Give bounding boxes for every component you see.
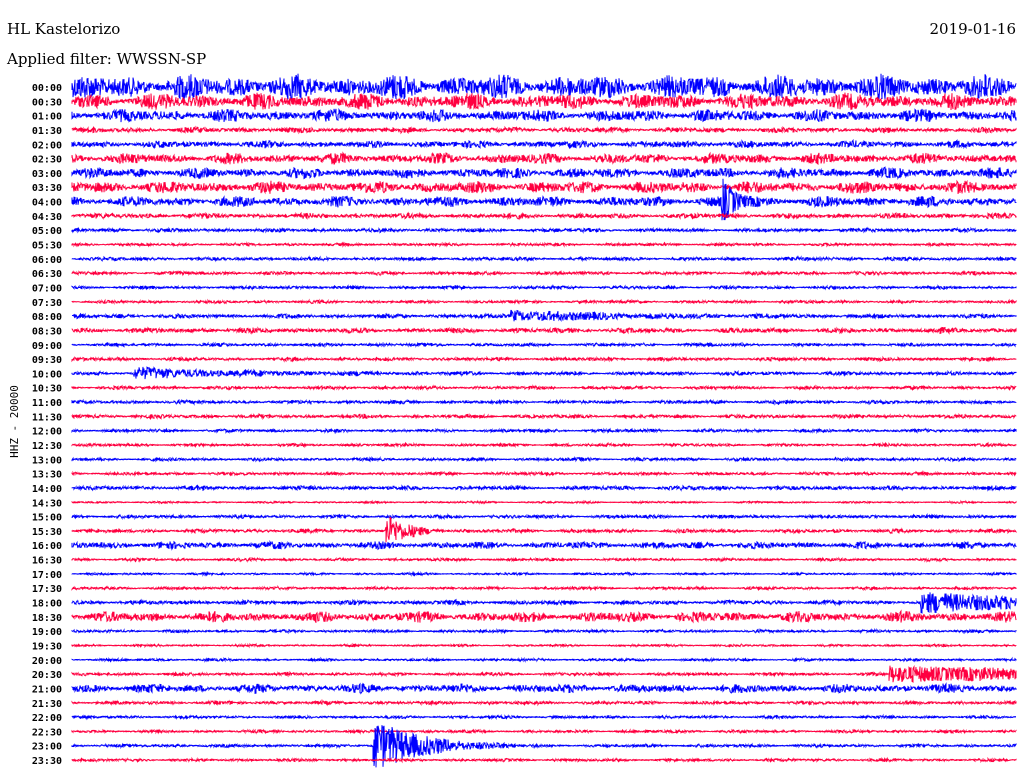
trace-0300 [71, 166, 1017, 181]
seismogram-plot: 00:00 00:30 01:00 01:30 02:00 02:30 03:00 03:30… [32, 73, 1017, 768]
row-time-label: 03:30 [32, 183, 62, 194]
row-time-label: 07:00 [32, 283, 62, 294]
trace-1230 [71, 441, 1017, 449]
row-time-label: 05:00 [32, 226, 62, 237]
row-time-label: 11:30 [32, 412, 62, 423]
trace-0930 [71, 355, 1017, 363]
row-time-label: 04:00 [32, 198, 62, 209]
row-time-label: 01:30 [32, 126, 62, 137]
row-time-label: 14:00 [32, 484, 62, 495]
row-time-label: 21:30 [32, 699, 62, 710]
trace-2030 [71, 664, 1017, 683]
row-time-label: 19:30 [32, 641, 62, 652]
trace-1030 [71, 384, 1017, 392]
trace-1900 [71, 627, 1017, 635]
trace-0500 [71, 226, 1017, 234]
trace-1500 [71, 512, 1017, 521]
trace-0230 [71, 151, 1017, 166]
row-time-label: 06:00 [32, 255, 62, 266]
trace-0430 [71, 211, 1017, 221]
trace-0830 [71, 326, 1017, 335]
row-time-label: 15:30 [32, 527, 62, 538]
row-time-label: 13:00 [32, 455, 62, 466]
row-time-label: 01:00 [32, 112, 62, 123]
row-time-label: 00:30 [32, 97, 62, 108]
row-time-label: 22:30 [32, 727, 62, 738]
trace-0600 [71, 255, 1017, 263]
trace-1730 [71, 584, 1017, 592]
trace-1400 [71, 484, 1017, 492]
trace-1930 [71, 642, 1017, 649]
trace-0700 [71, 284, 1017, 291]
row-time-label: 03:00 [32, 169, 62, 180]
row-time-label: 02:30 [32, 155, 62, 166]
row-time-label: 12:30 [32, 441, 62, 452]
row-time-label: 17:30 [32, 584, 62, 595]
row-time-label: 08:30 [32, 326, 62, 337]
row-time-label: 10:30 [32, 384, 62, 395]
row-time-label: 14:30 [32, 498, 62, 509]
row-time-label: 04:30 [32, 212, 62, 223]
trace-1700 [71, 570, 1017, 577]
row-time-label: 20:30 [32, 670, 62, 681]
trace-1300 [71, 455, 1017, 463]
trace-1000 [71, 366, 1017, 380]
row-time-label: 00:00 [32, 83, 62, 94]
trace-2330 [71, 756, 1017, 764]
trace-1430 [71, 499, 1017, 505]
trace-2200 [71, 713, 1017, 721]
trace-0730 [71, 298, 1017, 306]
trace-1830 [71, 609, 1017, 624]
row-time-label: 23:30 [32, 756, 62, 767]
row-time-label: 21:00 [32, 684, 62, 695]
trace-0330 [71, 179, 1017, 195]
trace-1600 [71, 539, 1017, 551]
row-time-label: 06:30 [32, 269, 62, 280]
row-time-label: 10:00 [32, 369, 62, 380]
row-time-label: 18:00 [32, 599, 62, 610]
trace-1530 [71, 516, 1017, 543]
row-time-label: 09:00 [32, 341, 62, 352]
trace-1800 [71, 592, 1017, 614]
trace-1330 [71, 470, 1017, 478]
row-time-label: 20:00 [32, 656, 62, 667]
helicorder-chart: HL Kastelorizo 2019-01-16 Applied filter… [0, 0, 1024, 780]
row-time-label: 13:30 [32, 470, 62, 481]
row-time-label: 12:00 [32, 427, 62, 438]
trace-0100 [71, 107, 1017, 123]
trace-0530 [71, 241, 1017, 248]
trace-0000 [71, 73, 1017, 101]
trace-1100 [71, 398, 1017, 406]
row-time-label: 08:00 [32, 312, 62, 323]
row-time-label: 22:00 [32, 713, 62, 724]
row-time-label: 17:00 [32, 570, 62, 581]
row-time-label: 16:00 [32, 541, 62, 552]
trace-0800 [71, 309, 1017, 322]
row-time-label: 09:30 [32, 355, 62, 366]
trace-1130 [71, 412, 1017, 421]
row-time-label: 16:30 [32, 556, 62, 567]
row-time-label: 02:00 [32, 140, 62, 151]
row-time-label: 19:00 [32, 627, 62, 638]
trace-1630 [71, 556, 1017, 563]
trace-0630 [71, 269, 1017, 277]
row-time-label: 11:00 [32, 398, 62, 409]
trace-1200 [71, 427, 1017, 435]
trace-2130 [71, 699, 1017, 707]
row-time-label: 05:30 [32, 241, 62, 252]
trace-0200 [71, 138, 1017, 150]
trace-0900 [71, 341, 1017, 349]
row-time-label: 18:30 [32, 613, 62, 624]
row-time-label: 15:00 [32, 513, 62, 524]
row-time-label: 23:00 [32, 742, 62, 753]
trace-2230 [71, 728, 1017, 735]
row-time-label: 07:30 [32, 298, 62, 309]
trace-2100 [71, 682, 1017, 695]
trace-2000 [71, 656, 1017, 663]
trace-0130 [71, 125, 1017, 135]
